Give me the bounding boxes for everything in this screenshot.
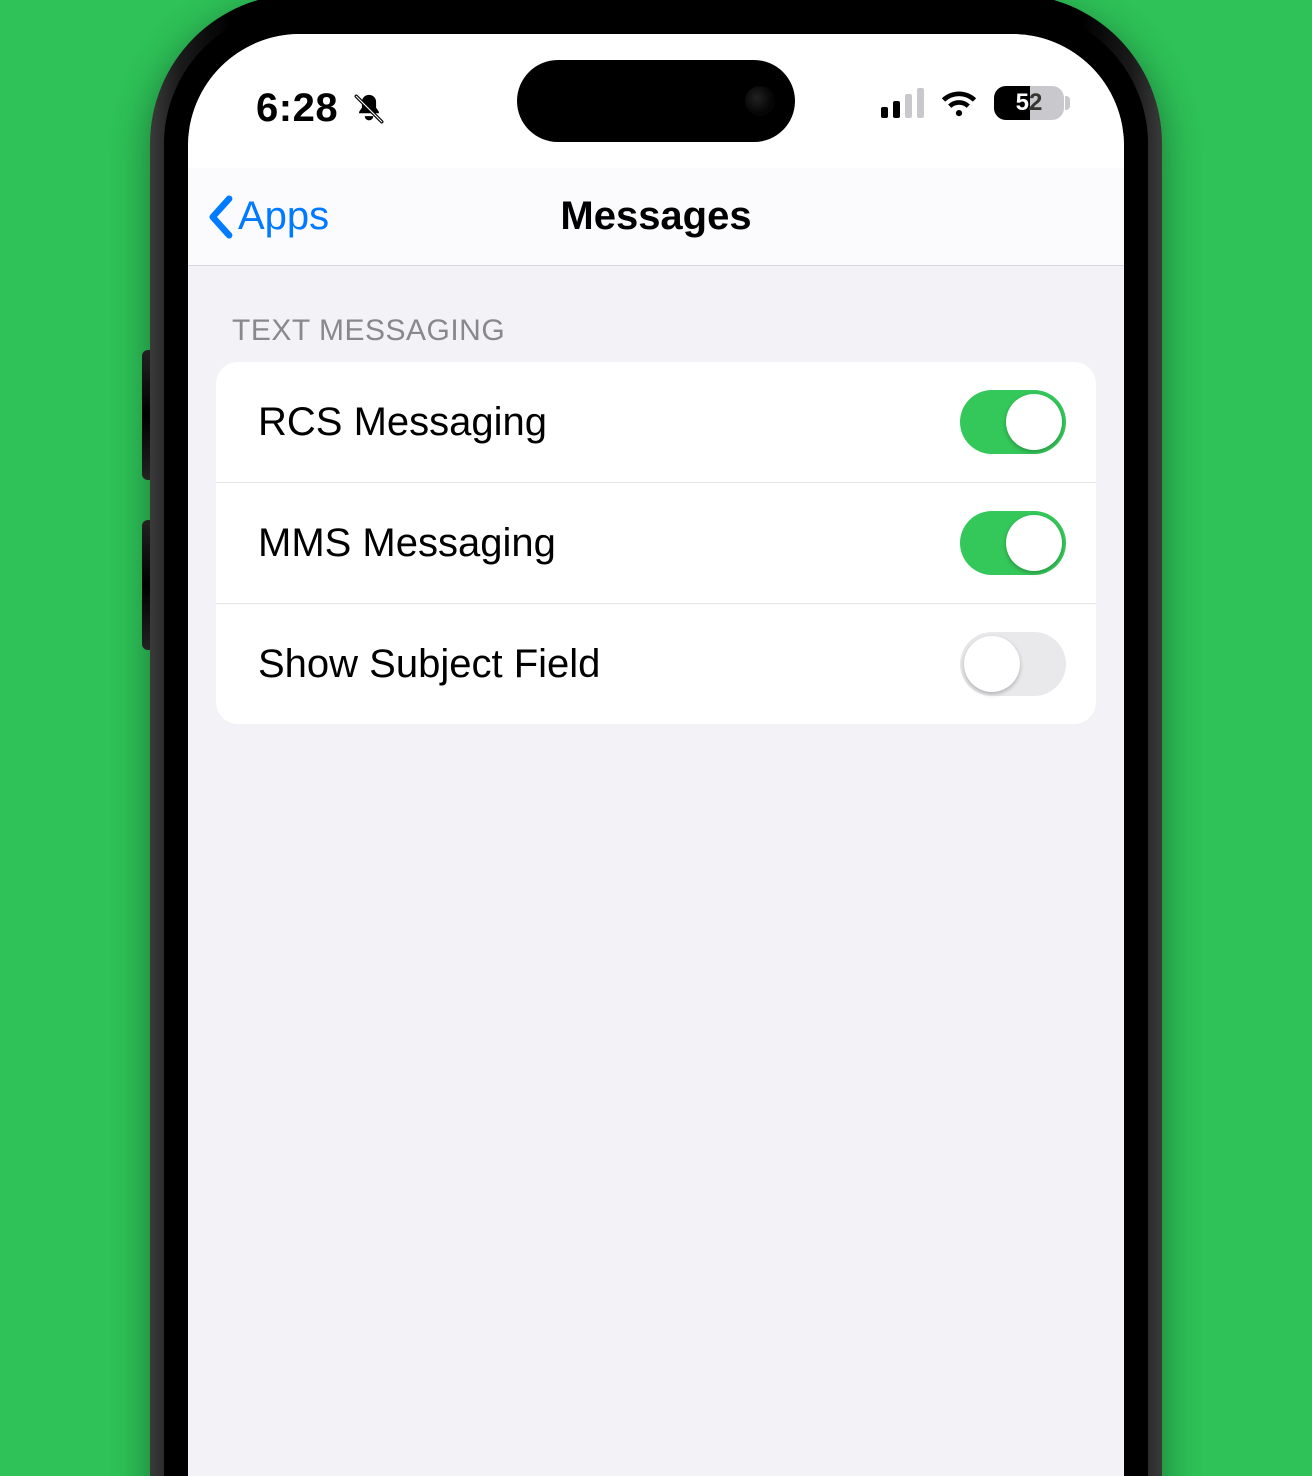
back-button[interactable]: Apps xyxy=(206,168,329,265)
back-label: Apps xyxy=(238,194,329,239)
row-label: MMS Messaging xyxy=(258,521,960,566)
silent-mode-icon xyxy=(352,92,386,126)
settings-group-text-messaging: RCS Messaging MMS Messaging Show Subject… xyxy=(216,362,1096,724)
phone-screen: 6:28 52 xyxy=(188,34,1124,1476)
navigation-bar: Apps Messages xyxy=(188,168,1124,266)
status-time: 6:28 xyxy=(256,86,338,131)
row-rcs-messaging[interactable]: RCS Messaging xyxy=(216,362,1096,482)
toggle-mms-messaging[interactable] xyxy=(960,511,1066,575)
battery-percent: 52 xyxy=(994,86,1064,120)
row-label: Show Subject Field xyxy=(258,642,960,687)
wifi-icon xyxy=(940,89,978,117)
toggle-show-subject-field[interactable] xyxy=(960,632,1066,696)
toggle-rcs-messaging[interactable] xyxy=(960,390,1066,454)
cellular-signal-icon xyxy=(881,88,924,118)
page-title: Messages xyxy=(560,194,751,239)
row-label: RCS Messaging xyxy=(258,400,960,445)
row-mms-messaging[interactable]: MMS Messaging xyxy=(216,482,1096,603)
row-show-subject-field[interactable]: Show Subject Field xyxy=(216,603,1096,724)
dynamic-island[interactable] xyxy=(517,60,795,142)
battery-status: 52 xyxy=(994,86,1064,120)
section-header-text-messaging: TEXT MESSAGING xyxy=(188,266,1124,362)
chevron-left-icon xyxy=(206,195,234,239)
